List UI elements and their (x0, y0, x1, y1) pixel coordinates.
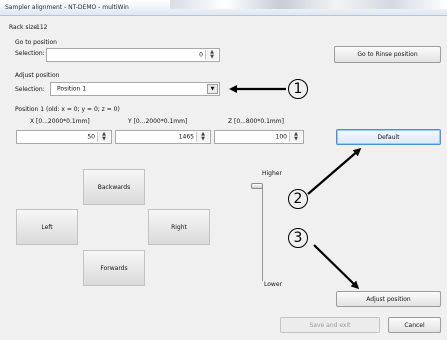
annotation-3: 3 (288, 228, 308, 248)
annotation-2: 2 (288, 189, 308, 209)
annotation-1: 1 (288, 79, 308, 99)
arrow-2 (307, 148, 362, 195)
arrow-3 (313, 244, 360, 290)
annotation-arrows (229, 85, 362, 290)
